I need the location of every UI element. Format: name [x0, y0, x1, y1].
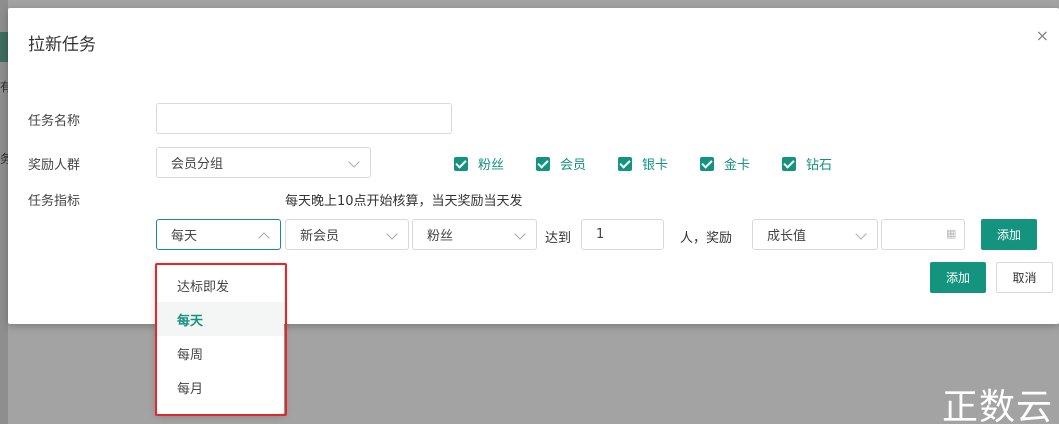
checkbox-label: 银卡	[642, 158, 669, 173]
checkbox-member[interactable]: 会员	[536, 154, 586, 173]
chevron-down-icon	[514, 228, 526, 240]
chevron-down-icon	[348, 156, 360, 168]
dropdown-option-daily[interactable]: 每天	[156, 302, 284, 336]
checkbox-gold-card[interactable]: 金卡	[700, 154, 750, 173]
background-text: 有	[0, 80, 8, 94]
member-type-value: 新会员	[300, 229, 340, 244]
background-app	[0, 0, 8, 424]
checkbox-label: 金卡	[724, 158, 751, 173]
chevron-down-icon	[855, 228, 867, 240]
dropdown-option-immediate[interactable]: 达标即发	[156, 268, 284, 302]
dropdown-option-monthly[interactable]: 每月	[156, 370, 284, 404]
checkbox-fans[interactable]: 粉丝	[454, 154, 504, 173]
background-green-block	[0, 32, 8, 62]
watermark: 正数云	[941, 387, 1053, 424]
member-group-value: 会员分组	[171, 157, 224, 172]
checkbox-icon	[782, 156, 796, 171]
cancel-button[interactable]: 取消	[996, 262, 1053, 293]
modal-title: 拉新任务	[28, 35, 96, 55]
checkbox-icon	[536, 156, 550, 171]
checkbox-icon	[700, 156, 714, 171]
audience-value: 粉丝	[427, 229, 454, 244]
member-type-select[interactable]: 新会员	[285, 219, 409, 250]
member-group-select[interactable]: 会员分组	[156, 147, 371, 178]
task-metric-hint: 每天晚上10点开始核算，当天奖励当天发	[285, 194, 523, 209]
audience-select[interactable]: 粉丝	[412, 219, 537, 250]
reward-type-value: 成长值	[767, 229, 807, 244]
chevron-down-icon	[386, 228, 398, 240]
checkbox-icon	[618, 156, 632, 171]
task-metric-label: 任务指标	[28, 194, 81, 209]
task-name-label: 任务名称	[28, 114, 81, 129]
reward-type-select[interactable]: 成长值	[752, 219, 878, 250]
count-value: 1	[596, 227, 605, 242]
calculator-icon: ▦	[946, 227, 957, 240]
checkbox-icon	[454, 156, 468, 171]
close-icon[interactable]: ×	[1036, 28, 1049, 44]
checkbox-label: 钻石	[806, 158, 833, 173]
reach-label: 达到	[545, 231, 572, 246]
add-button[interactable]: 添加	[930, 262, 986, 293]
chevron-up-icon	[258, 232, 270, 244]
frequency-dropdown: 达标即发 每天 每周 每月	[156, 264, 284, 414]
task-name-input[interactable]	[156, 103, 452, 134]
frequency-select[interactable]: 每天	[156, 219, 281, 250]
dropdown-option-weekly[interactable]: 每周	[156, 336, 284, 370]
checkbox-label: 会员	[560, 158, 587, 173]
row-add-button[interactable]: 添加	[981, 219, 1037, 250]
reward-label: 人，奖励	[680, 231, 733, 246]
checkbox-label: 粉丝	[478, 158, 505, 173]
reward-group-label: 奖励人群	[28, 158, 81, 173]
frequency-value: 每天	[171, 229, 198, 244]
count-input[interactable]: 1	[581, 219, 664, 250]
background-text: 务	[0, 152, 8, 166]
checkbox-diamond[interactable]: 钻石	[782, 154, 832, 173]
checkbox-silver-card[interactable]: 银卡	[618, 154, 668, 173]
reward-amount-input[interactable]: ▦	[881, 219, 965, 250]
